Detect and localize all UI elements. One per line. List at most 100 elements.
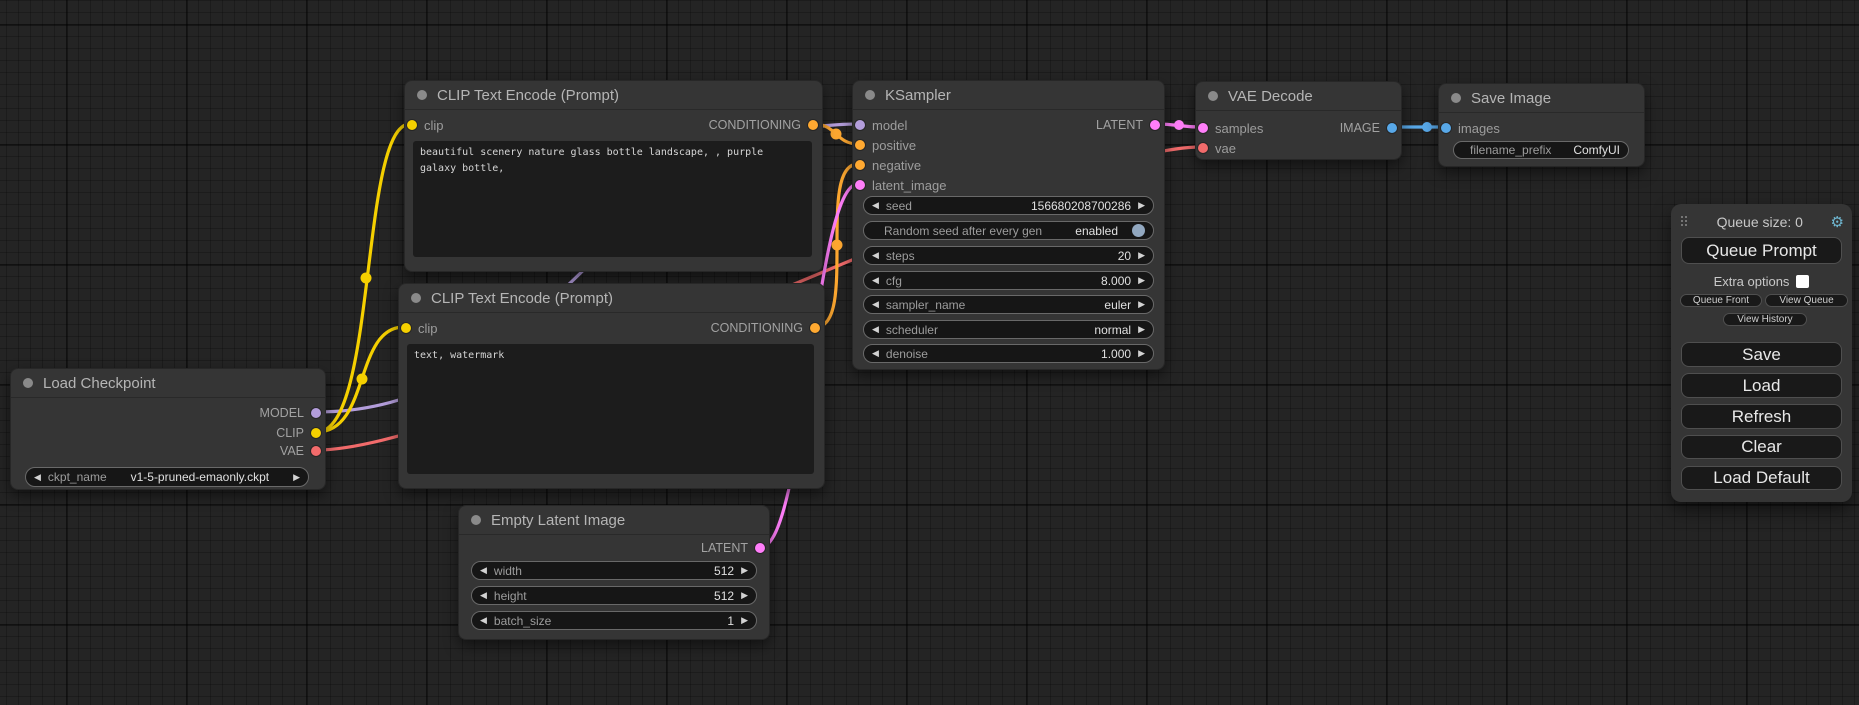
queue-prompt-button[interactable]: Queue Prompt [1681,237,1842,264]
node-empty-latent-image[interactable]: Empty Latent Image LATENT ◀ width 512 ▶ … [458,505,770,640]
view-queue-button[interactable]: View Queue [1765,294,1848,307]
decrement-arrow-icon[interactable]: ◀ [872,251,879,260]
node-title-bar[interactable]: KSampler [853,81,1164,110]
collapse-dot-icon[interactable] [411,293,421,303]
widget-width[interactable]: ◀ width 512 ▶ [471,561,757,580]
input-slot-negative[interactable]: negative [855,155,921,175]
input-slot-vae[interactable]: vae [1198,138,1236,158]
node-save-image[interactable]: Save Image images filename_prefix ComfyU… [1438,83,1645,167]
node-vae-decode[interactable]: VAE Decode samples vae IMAGE [1195,81,1402,160]
decrement-arrow-icon[interactable]: ◀ [872,300,879,309]
latent-port-icon[interactable] [755,543,765,553]
output-slot-conditioning[interactable]: CONDITIONING [709,115,818,135]
image-port-icon[interactable] [1441,123,1451,133]
clear-button[interactable]: Clear [1681,435,1842,459]
wire-midpoint-dot[interactable] [1422,122,1432,132]
increment-arrow-icon[interactable]: ▶ [1138,349,1145,358]
decrement-arrow-icon[interactable]: ◀ [872,276,879,285]
comfyui-canvas[interactable]: Load Checkpoint MODEL CLIP VAE ◀ ckpt_na… [0,0,1859,705]
wire-midpoint-dot[interactable] [357,374,368,385]
decrement-arrow-icon[interactable]: ◀ [872,325,879,334]
conditioning-port-icon[interactable] [855,160,865,170]
latent-port-icon[interactable] [1198,123,1208,133]
collapse-dot-icon[interactable] [23,378,33,388]
widget-height[interactable]: ◀ height 512 ▶ [471,586,757,605]
widget-cfg[interactable]: ◀ cfg 8.000 ▶ [863,271,1154,290]
vae-port-icon[interactable] [311,446,321,456]
clip-port-icon[interactable] [401,323,411,333]
node-title-bar[interactable]: CLIP Text Encode (Prompt) [405,81,822,110]
node-ksampler[interactable]: KSampler model positive negative latent_… [852,80,1165,370]
output-slot-clip[interactable]: CLIP [276,423,321,443]
output-slot-model[interactable]: MODEL [260,403,321,423]
increment-arrow-icon[interactable]: ▶ [1138,325,1145,334]
view-history-button[interactable]: View History [1723,313,1807,326]
collapse-dot-icon[interactable] [865,90,875,100]
increment-arrow-icon[interactable]: ▶ [1138,276,1145,285]
widget-sampler-name[interactable]: ◀ sampler_name euler ▶ [863,295,1154,314]
widget-seed[interactable]: ◀ seed 156680208700286 ▶ [863,196,1154,215]
output-slot-image[interactable]: IMAGE [1340,118,1397,138]
input-slot-clip[interactable]: clip [401,318,438,338]
output-slot-vae[interactable]: VAE [280,441,321,461]
node-title-bar[interactable]: CLIP Text Encode (Prompt) [399,284,824,313]
input-slot-samples[interactable]: samples [1198,118,1263,138]
conditioning-port-icon[interactable] [810,323,820,333]
output-slot-conditioning[interactable]: CONDITIONING [711,318,820,338]
drag-handle-icon[interactable] [1681,216,1689,228]
increment-arrow-icon[interactable]: ▶ [1138,201,1145,210]
node-title-bar[interactable]: Load Checkpoint [11,369,325,398]
decrement-arrow-icon[interactable]: ◀ [480,566,487,575]
input-slot-model[interactable]: model [855,115,907,135]
widget-batch-size[interactable]: ◀ batch_size 1 ▶ [471,611,757,630]
decrement-arrow-icon[interactable]: ◀ [872,201,879,210]
decrement-arrow-icon[interactable]: ◀ [34,473,41,482]
positive-prompt-textarea[interactable]: beautiful scenery nature glass bottle la… [413,141,812,257]
conditioning-port-icon[interactable] [855,140,865,150]
vae-port-icon[interactable] [1198,143,1208,153]
load-button[interactable]: Load [1681,373,1842,398]
input-slot-images[interactable]: images [1441,118,1500,138]
decrement-arrow-icon[interactable]: ◀ [480,616,487,625]
decrement-arrow-icon[interactable]: ◀ [480,591,487,600]
increment-arrow-icon[interactable]: ▶ [741,616,748,625]
queue-panel[interactable]: Queue size: 0 ⚙ Queue Prompt Extra optio… [1671,204,1852,502]
node-title-bar[interactable]: Save Image [1439,84,1644,113]
wire-midpoint-dot[interactable] [832,240,843,251]
latent-port-icon[interactable] [855,180,865,190]
output-slot-latent[interactable]: LATENT [701,538,765,558]
node-clip-text-encode-negative[interactable]: CLIP Text Encode (Prompt) clip CONDITION… [398,283,825,489]
wire-midpoint-dot[interactable] [361,273,372,284]
increment-arrow-icon[interactable]: ▶ [741,566,748,575]
settings-gear-icon[interactable]: ⚙ [1831,215,1844,230]
widget-scheduler[interactable]: ◀ scheduler normal ▶ [863,320,1154,339]
model-port-icon[interactable] [855,120,865,130]
clip-port-icon[interactable] [407,120,417,130]
load-default-button[interactable]: Load Default [1681,466,1842,490]
input-slot-latent-image[interactable]: latent_image [855,175,946,195]
extra-options-checkbox[interactable] [1796,275,1809,288]
image-port-icon[interactable] [1387,123,1397,133]
node-load-checkpoint[interactable]: Load Checkpoint MODEL CLIP VAE ◀ ckpt_na… [10,368,326,490]
wire-midpoint-dot[interactable] [831,129,842,140]
queue-front-button[interactable]: Queue Front [1680,294,1762,307]
widget-filename-prefix[interactable]: filename_prefix ComfyUI [1453,141,1629,159]
widget-ckpt-name[interactable]: ◀ ckpt_name v1-5-pruned-emaonly.ckpt ▶ [25,467,309,487]
collapse-dot-icon[interactable] [471,515,481,525]
save-button[interactable]: Save [1681,342,1842,367]
latent-port-icon[interactable] [1150,120,1160,130]
collapse-dot-icon[interactable] [417,90,427,100]
increment-arrow-icon[interactable]: ▶ [293,473,300,482]
wire-midpoint-dot[interactable] [1174,120,1184,130]
model-port-icon[interactable] [311,408,321,418]
node-title-bar[interactable]: VAE Decode [1196,82,1401,111]
negative-prompt-textarea[interactable]: text, watermark [407,344,814,474]
collapse-dot-icon[interactable] [1208,91,1218,101]
widget-steps[interactable]: ◀ steps 20 ▶ [863,246,1154,265]
widget-random-seed[interactable]: Random seed after every gen enabled [863,221,1154,240]
increment-arrow-icon[interactable]: ▶ [1138,251,1145,260]
increment-arrow-icon[interactable]: ▶ [741,591,748,600]
refresh-button[interactable]: Refresh [1681,404,1842,429]
output-slot-latent[interactable]: LATENT [1096,115,1160,135]
collapse-dot-icon[interactable] [1451,93,1461,103]
